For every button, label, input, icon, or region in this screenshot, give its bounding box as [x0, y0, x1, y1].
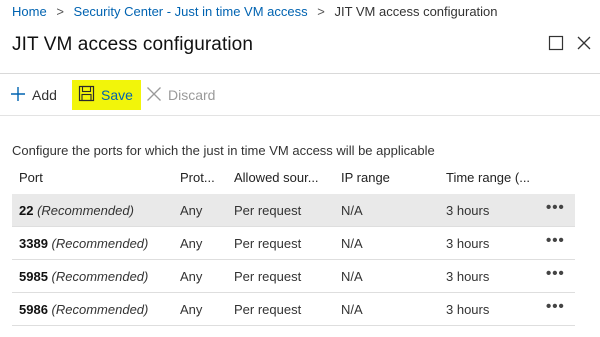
column-header-time-range[interactable]: Time range (... — [446, 170, 530, 185]
time-range-cell: 3 hours — [446, 236, 490, 251]
allowed-source-cell: Per request — [234, 236, 302, 251]
breadcrumb-home[interactable]: Home — [12, 4, 47, 19]
port-number: 5986 — [19, 302, 48, 317]
time-range-cell: 3 hours — [446, 302, 490, 317]
add-button[interactable]: Add — [10, 80, 57, 110]
time-range-cell: 3 hours — [446, 269, 490, 284]
ports-description: Configure the ports for which the just i… — [12, 143, 435, 158]
allowed-source-cell: Per request — [234, 269, 302, 284]
port-cell: 5985 (Recommended) — [19, 269, 148, 284]
table-header: Port Prot... Allowed sour... IP range Ti… — [12, 162, 575, 194]
port-cell: 3389 (Recommended) — [19, 236, 148, 251]
port-cell: 5986 (Recommended) — [19, 302, 148, 317]
port-note: (Recommended) — [51, 302, 149, 317]
port-note: (Recommended) — [37, 203, 134, 218]
more-options-icon[interactable]: ••• — [546, 199, 565, 216]
port-note: (Recommended) — [51, 236, 149, 251]
discard-x-icon — [146, 86, 162, 105]
column-header-allowed-source[interactable]: Allowed sour... — [234, 170, 319, 185]
breadcrumb-current: JIT VM access configuration — [334, 4, 498, 19]
close-icon[interactable] — [575, 34, 593, 52]
column-header-ip-range[interactable]: IP range — [341, 170, 390, 185]
discard-button[interactable]: Discard — [146, 80, 215, 110]
title-divider — [0, 73, 600, 74]
table-row[interactable]: 5985 (Recommended) Any Per request N/A 3… — [12, 260, 575, 293]
command-bar: Add Save Discard — [0, 76, 600, 114]
more-options-icon[interactable]: ••• — [546, 232, 565, 249]
add-label: Add — [32, 87, 57, 103]
time-range-cell: 3 hours — [446, 203, 490, 218]
save-label: Save — [101, 87, 133, 103]
breadcrumb: Home > Security Center - Just in time VM… — [12, 4, 498, 19]
breadcrumb-separator: > — [56, 4, 64, 19]
port-cell: 22 (Recommended) — [19, 203, 134, 218]
ports-table: Port Prot... Allowed sour... IP range Ti… — [12, 162, 575, 326]
save-disk-icon — [78, 85, 95, 105]
allowed-source-cell: Per request — [234, 203, 302, 218]
protocol-cell: Any — [180, 236, 203, 251]
protocol-cell: Any — [180, 302, 203, 317]
breadcrumb-separator: > — [317, 4, 325, 19]
column-header-port[interactable]: Port — [19, 170, 43, 185]
column-header-protocol[interactable]: Prot... — [180, 170, 215, 185]
plus-icon — [10, 86, 26, 105]
port-number: 5985 — [19, 269, 48, 284]
protocol-cell: Any — [180, 269, 203, 284]
ip-range-cell: N/A — [341, 302, 363, 317]
breadcrumb-security-center[interactable]: Security Center - Just in time VM access — [74, 4, 308, 19]
table-row[interactable]: 22 (Recommended) Any Per request N/A 3 h… — [12, 194, 575, 227]
page-title: JIT VM access configuration — [12, 34, 254, 55]
more-options-icon[interactable]: ••• — [546, 265, 565, 282]
ip-range-cell: N/A — [341, 203, 363, 218]
discard-label: Discard — [168, 87, 216, 103]
port-note: (Recommended) — [51, 269, 149, 284]
protocol-cell: Any — [180, 203, 203, 218]
toolbar-divider — [0, 115, 600, 116]
port-number: 3389 — [19, 236, 48, 251]
maximize-icon[interactable] — [547, 34, 565, 52]
more-options-icon[interactable]: ••• — [546, 298, 565, 315]
allowed-source-cell: Per request — [234, 302, 302, 317]
table-row[interactable]: 5986 (Recommended) Any Per request N/A 3… — [12, 293, 575, 326]
table-row[interactable]: 3389 (Recommended) Any Per request N/A 3… — [12, 227, 575, 260]
port-number: 22 — [19, 203, 34, 218]
ip-range-cell: N/A — [341, 236, 363, 251]
save-button[interactable]: Save — [72, 80, 141, 110]
ip-range-cell: N/A — [341, 269, 363, 284]
